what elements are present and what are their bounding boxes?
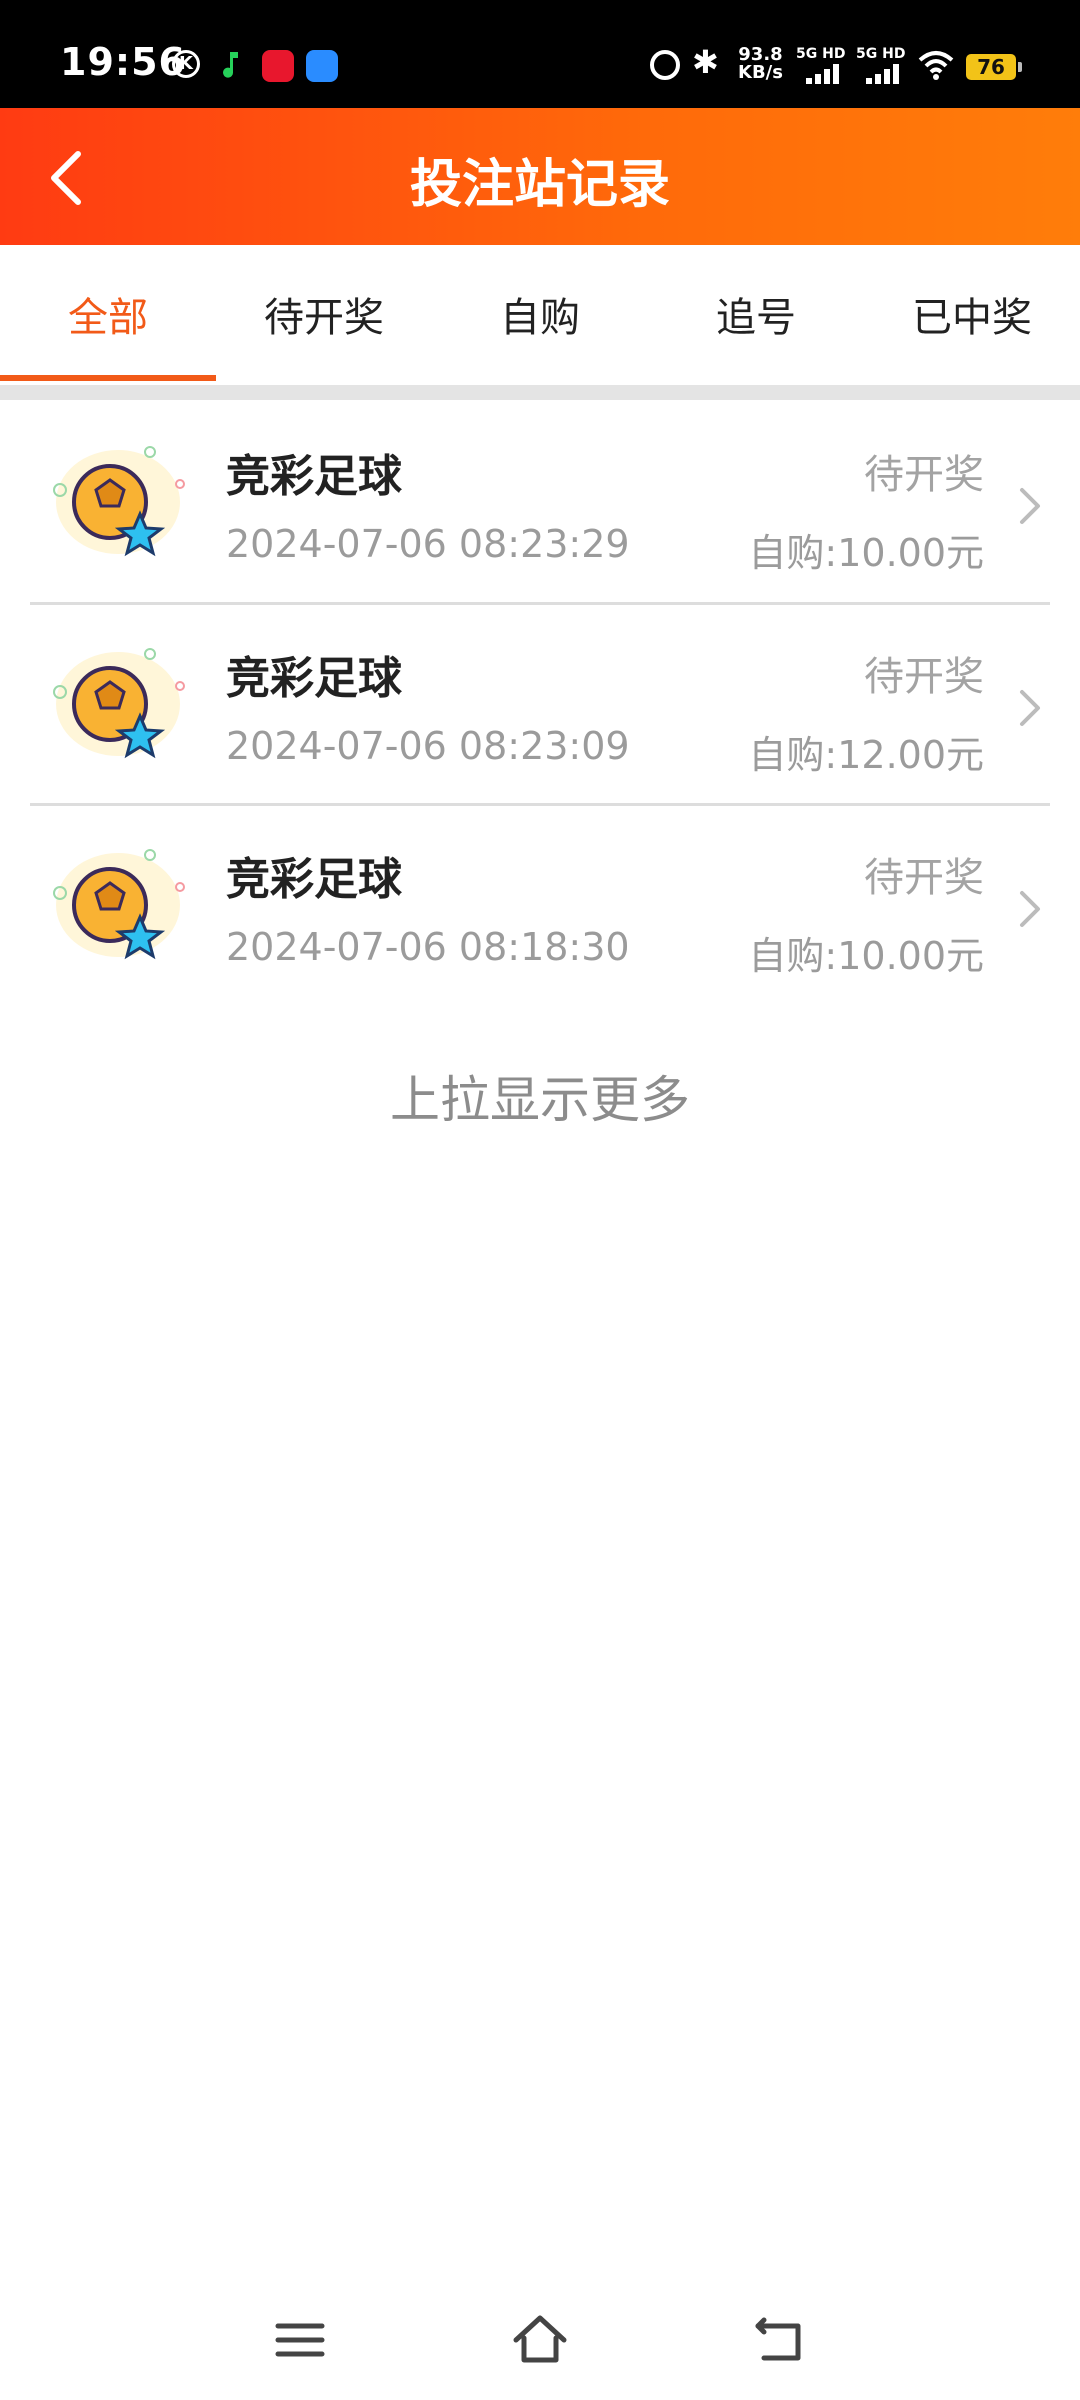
chevron-right-icon	[1020, 690, 1040, 726]
record-amount: 自购:12.00元	[748, 733, 984, 777]
record-row[interactable]: 竞彩足球 2024-07-06 08:23:29 待开奖 自购:10.00元	[0, 400, 1080, 600]
record-row[interactable]: 竞彩足球 2024-07-06 08:23:09 待开奖 自购:12.00元	[0, 602, 1080, 802]
football-lottery-icon	[53, 648, 185, 759]
record-time: 2024-07-06 08:18:30	[226, 925, 630, 969]
active-tab-indicator	[0, 375, 216, 381]
browser-notification-icon	[306, 50, 338, 82]
battery-indicator: 76	[966, 54, 1022, 80]
menu-icon[interactable]	[270, 2310, 330, 2370]
signal-bars-1-icon	[806, 64, 840, 84]
tab-won[interactable]: 已中奖	[864, 285, 1080, 343]
music-icon	[223, 52, 238, 78]
pull-up-load-more: 上拉显示更多	[390, 1071, 690, 1129]
tab-all[interactable]: 全部	[0, 285, 216, 343]
network-speed-unit: KB/s	[738, 62, 783, 83]
app-header: 投注站记录	[0, 108, 1080, 245]
record-title: 竞彩足球	[226, 653, 402, 704]
bluetooth-icon: ✱	[692, 43, 719, 81]
record-amount: 自购:10.00元	[748, 531, 984, 575]
wifi-icon	[918, 51, 954, 80]
signal-bars-2-icon	[866, 64, 900, 84]
page-title: 投注站记录	[409, 156, 670, 214]
chevron-right-icon	[1020, 488, 1040, 524]
record-title: 竞彩足球	[226, 451, 402, 502]
record-title: 竞彩足球	[226, 854, 402, 905]
record-time: 2024-07-06 08:23:09	[226, 724, 630, 768]
k-app-icon: K	[172, 50, 200, 78]
back-icon[interactable]	[750, 2310, 810, 2370]
record-status: 待开奖	[864, 855, 984, 901]
alarm-icon	[650, 50, 680, 80]
status-bar: 19:56 K ✱ 93.8 KB/s 5G HD 5G HD 76	[0, 0, 1080, 108]
tabs-divider	[0, 385, 1080, 400]
football-lottery-icon	[53, 849, 185, 960]
filter-tabs: 全部 待开奖 自购 追号 已中奖	[0, 245, 1080, 385]
tab-self-purchase[interactable]: 自购	[432, 285, 648, 343]
record-status: 待开奖	[864, 452, 984, 498]
system-nav-bar	[0, 2280, 1080, 2400]
chevron-right-icon	[1020, 891, 1040, 927]
home-icon[interactable]	[510, 2310, 570, 2370]
network-speed: 93.8 KB/s	[738, 46, 783, 82]
signal-label-2: 5G HD	[856, 46, 906, 62]
signal-label-1: 5G HD	[796, 46, 846, 62]
tab-follow-number[interactable]: 追号	[648, 285, 864, 343]
football-lottery-icon	[53, 446, 185, 557]
record-row[interactable]: 竞彩足球 2024-07-06 08:18:30 待开奖 自购:10.00元	[0, 803, 1080, 1003]
record-amount: 自购:10.00元	[748, 934, 984, 978]
status-time: 19:56	[60, 40, 186, 84]
record-status: 待开奖	[864, 654, 984, 700]
app-notification-icon	[262, 50, 294, 82]
tab-pending-draw[interactable]: 待开奖	[216, 285, 432, 343]
record-time: 2024-07-06 08:23:29	[226, 522, 630, 566]
